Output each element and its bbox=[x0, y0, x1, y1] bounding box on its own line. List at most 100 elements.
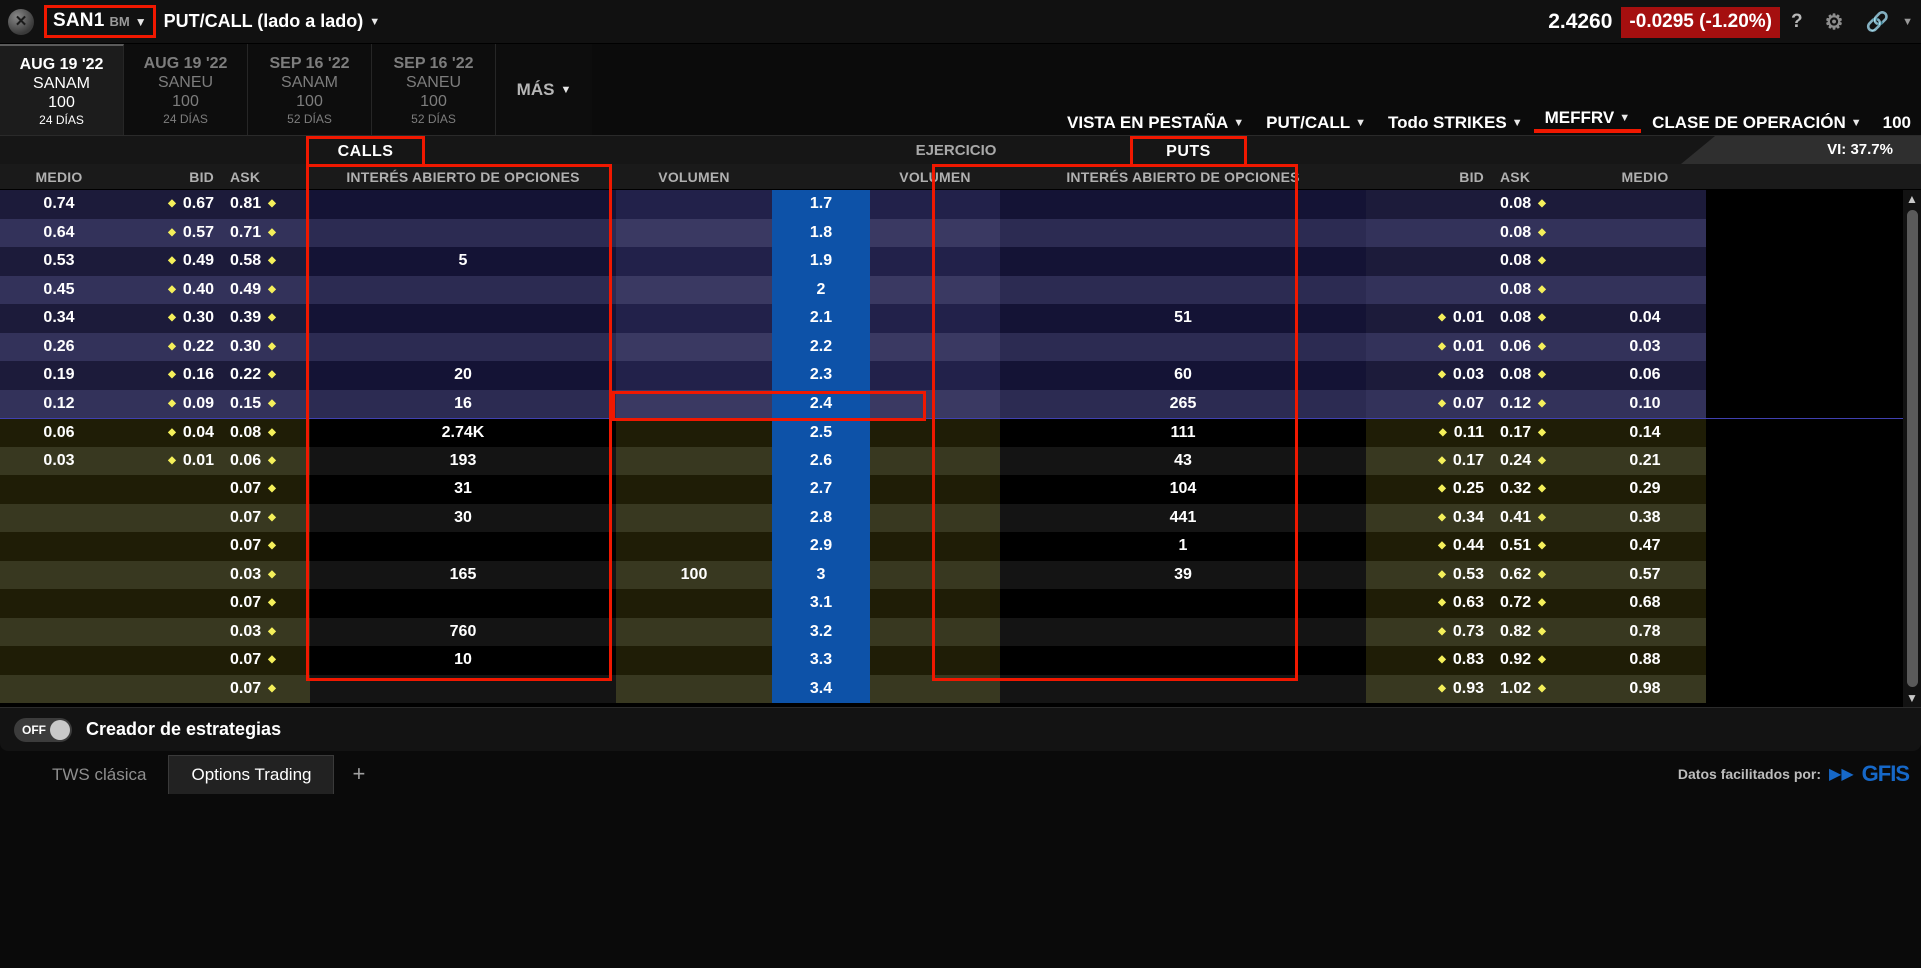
call-ask-value: 0.07 bbox=[230, 480, 262, 498]
quote-marker-icon: ◆ bbox=[1438, 597, 1446, 609]
cell-put-open-interest bbox=[1000, 332, 1366, 361]
table-row[interactable]: 0.07 ◆ 31 2.7 104 ◆ 0.25 0.32 ◆ 0.29 bbox=[0, 475, 1921, 504]
toolbar-dropdown-0[interactable]: VISTA EN PESTAÑA ▼ bbox=[1056, 113, 1255, 133]
help-icon[interactable]: ? bbox=[1780, 11, 1814, 33]
expiry-tab-3[interactable]: SEP 16 '22 SANEU 100 52 DÍAS bbox=[372, 44, 496, 135]
cell-put-bid: ◆ 0.17 bbox=[1366, 446, 1484, 475]
toolbar-dropdown-1[interactable]: PUT/CALL ▼ bbox=[1255, 113, 1377, 133]
cell-call-medio: 0.64 bbox=[0, 218, 118, 247]
put-bid-value: 0.93 bbox=[1452, 679, 1484, 697]
vertical-scrollbar[interactable]: ▲ ▼ bbox=[1903, 190, 1921, 707]
chevron-down-icon: ▼ bbox=[369, 15, 381, 28]
call-ask-value: 0.15 bbox=[230, 394, 262, 412]
put-ask-value: 0.08 bbox=[1500, 309, 1532, 327]
cell-call-volume bbox=[616, 332, 772, 361]
table-row[interactable]: 0.07 ◆ 10 3.3 ◆ 0.83 0.92 ◆ 0.88 bbox=[0, 646, 1921, 675]
cell-put-ask: 0.08 ◆ bbox=[1484, 361, 1584, 390]
expiry-tab-2[interactable]: SEP 16 '22 SANAM 100 52 DÍAS bbox=[248, 44, 372, 135]
window-tab-1[interactable]: Options Trading bbox=[168, 754, 335, 794]
cell-put-ask: 0.08 ◆ bbox=[1484, 218, 1584, 247]
gear-icon[interactable]: ⚙ bbox=[1814, 10, 1855, 35]
cell-put-volume bbox=[870, 332, 1000, 361]
scrollbar-thumb[interactable] bbox=[1906, 210, 1918, 687]
cell-put-medio: 0.78 bbox=[1584, 617, 1706, 646]
link-icon[interactable]: 🔗 bbox=[1854, 10, 1900, 34]
cell-put-medio: 0.10 bbox=[1584, 389, 1706, 418]
cell-strike[interactable]: 2.7 bbox=[772, 475, 870, 504]
cell-strike[interactable]: 1.7 bbox=[772, 190, 870, 219]
table-row[interactable]: 0.26 ◆ 0.22 0.30 ◆ 2.2 ◆ 0.01 0.06 ◆ 0.03 bbox=[0, 332, 1921, 361]
quote-marker-icon: ◆ bbox=[1438, 568, 1446, 580]
cell-put-bid: ◆ 0.03 bbox=[1366, 361, 1484, 390]
call-ask-value: 0.08 bbox=[230, 423, 262, 441]
table-row[interactable]: 0.45 ◆ 0.40 0.49 ◆ 2 0.08 ◆ bbox=[0, 275, 1921, 304]
table-row[interactable]: 0.07 ◆ 30 2.8 441 ◆ 0.34 0.41 ◆ 0.38 bbox=[0, 503, 1921, 532]
toolbar-label: MEFFRV bbox=[1544, 108, 1615, 127]
cell-put-bid: ◆ 0.01 bbox=[1366, 304, 1484, 333]
put-bid-value: 0.11 bbox=[1453, 423, 1484, 441]
window-tab-0[interactable]: TWS clásica bbox=[30, 756, 168, 794]
cell-strike[interactable]: 1.9 bbox=[772, 247, 870, 276]
table-row[interactable]: 0.07 ◆ 3.1 ◆ 0.63 0.72 ◆ 0.68 bbox=[0, 589, 1921, 618]
table-row[interactable]: 0.03 ◆ 760 3.2 ◆ 0.73 0.82 ◆ 0.78 bbox=[0, 617, 1921, 646]
quote-marker-icon: ◆ bbox=[268, 540, 276, 552]
table-row[interactable]: 0.64 ◆ 0.57 0.71 ◆ 1.8 0.08 ◆ bbox=[0, 218, 1921, 247]
table-row[interactable]: 0.74 ◆ 0.67 0.81 ◆ 1.7 0.08 ◆ bbox=[0, 190, 1921, 219]
chevron-down-icon: ▼ bbox=[1233, 117, 1245, 129]
cell-call-medio: 0.06 bbox=[0, 419, 118, 447]
toolbar-dropdown-2[interactable]: Todo STRIKES ▼ bbox=[1377, 113, 1534, 133]
cell-strike[interactable]: 2 bbox=[772, 275, 870, 304]
cell-call-bid bbox=[118, 503, 214, 532]
cell-strike[interactable]: 2.1 bbox=[772, 304, 870, 333]
toggle-knob bbox=[50, 719, 70, 740]
quote-marker-icon: ◆ bbox=[268, 397, 276, 409]
toolbar-dropdown-4[interactable]: CLASE DE OPERACIÓN ▼ bbox=[1641, 113, 1873, 133]
cell-put-volume bbox=[870, 389, 1000, 418]
strategy-builder-toggle[interactable]: OFF bbox=[14, 717, 72, 742]
cell-strike[interactable]: 3 bbox=[772, 560, 870, 589]
cell-strike[interactable]: 2.5 bbox=[772, 419, 870, 447]
quote-marker-icon: ◆ bbox=[1538, 597, 1546, 609]
cell-strike[interactable]: 3.1 bbox=[772, 589, 870, 618]
table-row[interactable]: 0.06 ◆ 0.04 0.08 ◆ 2.74K 2.5 111 ◆ 0.11 0.17 ◆ 0.14 bbox=[0, 418, 1921, 447]
table-row[interactable]: 0.19 ◆ 0.16 0.22 ◆ 20 2.3 60 ◆ 0.03 0.08 ◆ 0.06 bbox=[0, 361, 1921, 390]
cell-strike[interactable]: 2.3 bbox=[772, 361, 870, 390]
cell-put-open-interest: 60 bbox=[1000, 361, 1366, 390]
cell-strike[interactable]: 1.8 bbox=[772, 218, 870, 247]
put-ask-value: 0.51 bbox=[1500, 537, 1532, 555]
toolbar-dropdown-3[interactable]: MEFFRV ▼ bbox=[1533, 108, 1642, 133]
view-mode-dropdown[interactable]: PUT/CALL (lado a lado) ▼ bbox=[164, 11, 381, 32]
col-header-volume-call: VOLUMEN bbox=[658, 168, 730, 185]
scroll-down-icon[interactable]: ▼ bbox=[1906, 689, 1918, 707]
table-row[interactable]: 0.12 ◆ 0.09 0.15 ◆ 16 2.4 265 ◆ 0.07 0.12 ◆ 0.10 bbox=[0, 389, 1921, 418]
cell-strike[interactable]: 3.3 bbox=[772, 646, 870, 675]
cell-put-volume bbox=[870, 674, 1000, 703]
expiry-tab-0[interactable]: AUG 19 '22 SANAM 100 24 DÍAS bbox=[0, 44, 124, 135]
cell-call-ask: 0.07 ◆ bbox=[214, 532, 310, 561]
symbol-selector[interactable]: SAN1 BM ▼ bbox=[44, 5, 156, 38]
add-tab-button[interactable]: + bbox=[334, 761, 383, 787]
call-ask-value: 0.22 bbox=[230, 366, 262, 384]
cell-put-bid bbox=[1366, 275, 1484, 304]
table-row[interactable]: 0.07 ◆ 3.4 ◆ 0.93 1.02 ◆ 0.98 bbox=[0, 674, 1921, 703]
quote-marker-icon: ◆ bbox=[1538, 397, 1546, 409]
cell-strike[interactable]: 2.6 bbox=[772, 446, 870, 475]
table-row[interactable]: 0.34 ◆ 0.30 0.39 ◆ 2.1 51 ◆ 0.01 0.08 ◆ 0.04 bbox=[0, 304, 1921, 333]
cell-strike[interactable]: 3.2 bbox=[772, 617, 870, 646]
expiry-class: SANAM bbox=[33, 75, 90, 92]
cell-strike[interactable]: 3.4 bbox=[772, 674, 870, 703]
scroll-up-icon[interactable]: ▲ bbox=[1906, 190, 1918, 208]
close-icon[interactable]: ✕ bbox=[8, 8, 34, 35]
table-row[interactable]: 0.53 ◆ 0.49 0.58 ◆ 5 1.9 0.08 ◆ bbox=[0, 247, 1921, 276]
table-row[interactable]: 0.03 ◆ 0.01 0.06 ◆ 193 2.6 43 ◆ 0.17 0.24 ◆ 0.21 bbox=[0, 446, 1921, 475]
table-row[interactable]: 0.07 ◆ 2.9 1 ◆ 0.44 0.51 ◆ 0.47 bbox=[0, 532, 1921, 561]
cell-strike[interactable]: 2.9 bbox=[772, 532, 870, 561]
chevron-down-icon[interactable]: ▼ bbox=[1900, 16, 1913, 28]
cell-strike[interactable]: 2.8 bbox=[772, 503, 870, 532]
expiry-tab-1[interactable]: AUG 19 '22 SANEU 100 24 DÍAS bbox=[124, 44, 248, 135]
call-bid-value: 0.16 bbox=[182, 366, 214, 384]
cell-strike[interactable]: 2.4 bbox=[772, 389, 870, 418]
table-row[interactable]: 0.03 ◆ 165 100 3 39 ◆ 0.53 0.62 ◆ 0.57 bbox=[0, 560, 1921, 589]
more-expiries-button[interactable]: MÁS ▼ bbox=[496, 44, 592, 135]
cell-strike[interactable]: 2.2 bbox=[772, 332, 870, 361]
